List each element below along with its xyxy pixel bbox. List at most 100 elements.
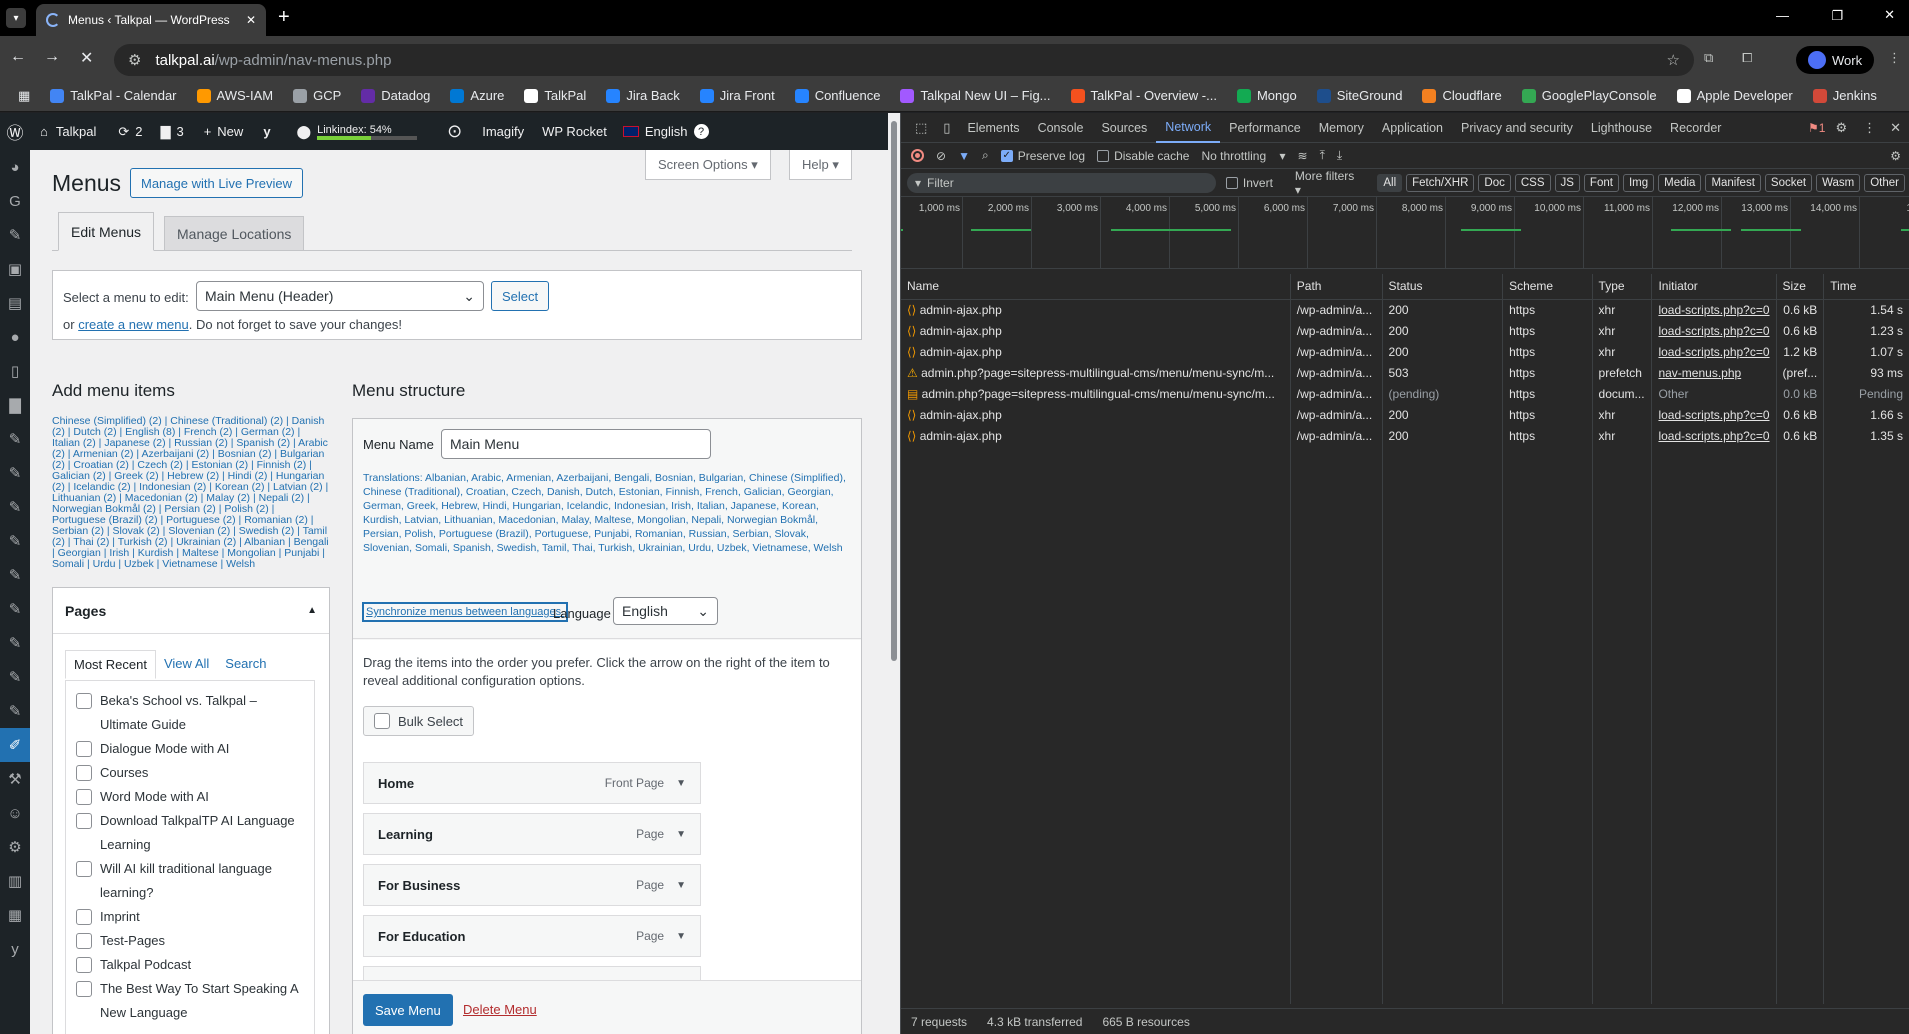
plugins-icon[interactable]: ⚒ [0,762,30,796]
comments-menu-icon[interactable]: ▇ [0,388,30,422]
drop-icon[interactable]: ● [0,320,30,354]
import-har-icon[interactable]: ⤒ [1320,148,1325,163]
page-checkbox[interactable] [76,981,92,997]
type-filter-chip[interactable]: Doc [1478,173,1511,192]
extensions-icon[interactable]: ⧉ [1704,50,1713,66]
wp-scrollbar[interactable] [888,113,900,1034]
language-filter-links[interactable]: Chinese (Simplified) (2) | Chinese (Trad… [52,416,330,570]
stop-loading-icon[interactable]: ✕ [80,48,93,68]
bookmark-item[interactable]: Mongo [1227,82,1307,110]
request-initiator-cell[interactable]: load-scripts.php?c=0 [1651,425,1777,446]
request-row[interactable]: ▤ admin.php?page=sitepress-multilingual-… [901,383,1909,404]
pin-icon[interactable]: ✎ [0,558,30,592]
page-checkbox-item[interactable]: Dialogue Mode with AI [76,737,304,761]
devtools-tab[interactable]: Sources [1092,113,1156,143]
menu-item[interactable]: Home Front Page ▼ [363,762,701,804]
type-filter-chip[interactable]: Socket [1764,173,1813,192]
page-checkbox-item[interactable]: The Best Way To Start Speaking A New Lan… [76,977,304,1025]
devtools-tab[interactable]: Elements [958,113,1028,143]
tab-view-all[interactable]: View All [156,650,217,679]
yoast-icon[interactable]: y [263,124,270,139]
help-button[interactable]: Help ▾ [789,150,852,180]
request-row[interactable]: ⟨⟩ admin-ajax.php/wp-admin/a... 200 https x… [901,299,1909,320]
page-checkbox-item[interactable]: Test-Pages [76,929,304,953]
record-icon[interactable] [911,149,924,162]
maximize-button[interactable]: ❐ [1831,8,1843,24]
linkindex-widget[interactable]: Linkindex: 54% [317,124,418,140]
bookmark-item[interactable]: Jira Back [596,82,689,110]
disable-cache-checkbox[interactable]: Disable cache [1097,149,1189,163]
tools-icon[interactable]: ⚙ [0,830,30,864]
devtools-tab[interactable]: Application [1373,113,1452,143]
type-filter-chip[interactable]: Font [1583,173,1619,192]
column-header[interactable]: Path [1290,274,1383,300]
comments-icon[interactable]: ▇ [160,124,170,140]
pin-icon[interactable]: ✎ [0,524,30,558]
request-initiator-cell[interactable]: load-scripts.php?c=0 [1651,320,1777,341]
expand-arrow-icon[interactable]: ▼ [676,829,686,840]
google-icon[interactable]: G [0,184,30,218]
bookmark-item[interactable]: Jira Front [690,82,785,110]
language-select[interactable]: English ⌄ [613,597,718,625]
forward-icon[interactable]: → [44,48,60,66]
devtools-tab[interactable]: Lighthouse [1582,113,1661,143]
apps-icon[interactable]: ▦ [8,82,40,110]
page-checkbox[interactable] [76,933,92,949]
inspect-icon[interactable]: ⬚ [907,120,935,136]
pages-metabox-header[interactable]: Pages ▲ [53,588,329,634]
tab-manage-locations[interactable]: Manage Locations [164,216,305,251]
column-header[interactable]: Type [1592,274,1653,300]
page-checkbox-item[interactable]: Download TalkpalTP AI Language Learning [76,809,304,857]
devtools-tab[interactable]: Memory [1310,113,1373,143]
page-checkbox[interactable] [76,957,92,973]
page-checkbox-item[interactable]: Word Mode with AI [76,785,304,809]
menu-select-dropdown[interactable]: Main Menu (Header) ⌄ [196,281,484,311]
menu-name-input[interactable]: Main Menu [441,429,711,459]
dashboard-icon[interactable]: ◕ [0,150,30,184]
table-icon[interactable]: ▦ [0,898,30,932]
expand-arrow-icon[interactable]: ▼ [676,778,686,789]
updates-icon[interactable]: ⟳ [118,124,129,140]
page-checkbox[interactable] [76,789,92,805]
menu-item[interactable]: For Education Page ▼ [363,915,701,957]
imagify-link[interactable]: Imagify [482,124,524,139]
comments-count[interactable]: 3 [176,124,183,139]
pin-icon[interactable]: ✎ [0,422,30,456]
bookmark-item[interactable]: TalkPal [514,82,596,110]
expand-arrow-icon[interactable]: ▼ [676,931,686,942]
pin-icon[interactable]: ✎ [0,490,30,524]
close-window-button[interactable]: ✕ [1884,7,1895,23]
translations-links[interactable]: Translations: Albanian, Arabic, Armenian… [363,471,853,555]
page-checkbox[interactable] [76,861,92,877]
tab-search[interactable]: Search [217,650,274,679]
column-header[interactable]: Initiator [1651,274,1777,300]
bookmark-item[interactable]: Talkpal New UI – Fig... [890,82,1060,110]
network-settings-icon[interactable]: ⚙ [1890,149,1901,163]
column-header[interactable]: Size [1776,274,1825,300]
bookmark-item[interactable]: GCP [283,82,351,110]
tab-search-icon[interactable]: ▾ [6,8,26,28]
pin-icon[interactable]: ✎ [0,218,30,252]
bookmark-item[interactable]: AWS-IAM [187,82,284,110]
pin-icon[interactable]: ✎ [0,694,30,728]
tab-edit-menus[interactable]: Edit Menus [58,212,155,251]
menu-item[interactable]: Learning Page ▼ [363,813,701,855]
page-checkbox-item[interactable]: Imprint [76,905,304,929]
clear-icon[interactable]: ⊘ [936,149,946,163]
preserve-log-checkbox[interactable]: ✓ Preserve log [1000,149,1085,163]
devtools-tab[interactable]: Network [1156,113,1221,143]
bookmark-item[interactable]: Datadog [351,82,440,110]
devtools-settings-icon[interactable]: ⚙ [1825,120,1857,136]
filter-input[interactable]: ▾ Filter [907,172,1216,193]
address-bar[interactable]: ⚙ talkpal.ai /wp-admin/nav-menus.php ☆ [114,44,1694,76]
request-initiator-cell[interactable]: load-scripts.php?c=0 [1651,341,1777,362]
select-menu-button[interactable]: Select [491,281,550,311]
column-header[interactable]: Status [1382,274,1504,300]
page-checkbox[interactable] [76,765,92,781]
close-tab-icon[interactable]: ✕ [246,13,256,27]
browser-tab-active[interactable]: Menus ‹ Talkpal — WordPress ✕ [36,4,266,36]
column-header[interactable]: Time [1823,274,1909,300]
request-row[interactable]: ⟨⟩ admin-ajax.php/wp-admin/a... 200 https x… [901,425,1909,446]
type-filter-chip[interactable]: Wasm [1816,173,1861,192]
page-checkbox-item[interactable]: Talkpal Podcast [76,953,304,977]
